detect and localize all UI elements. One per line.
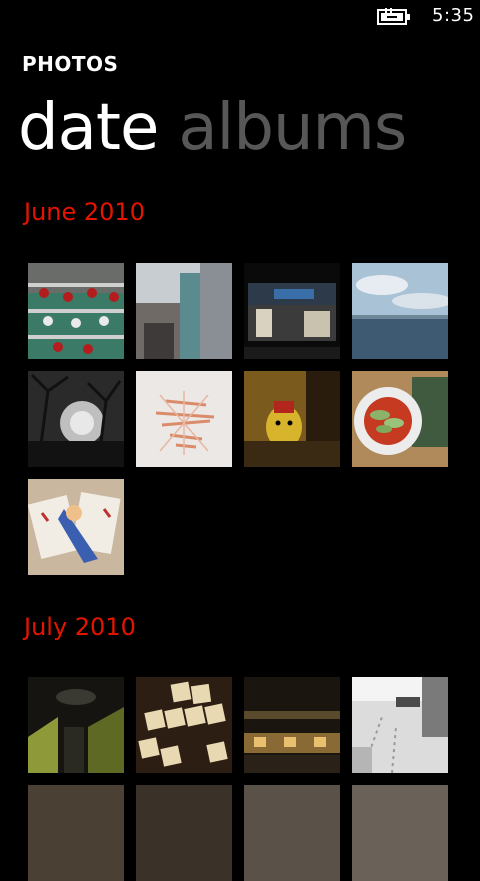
section-header-july-2010[interactable]: July 2010 [24, 613, 136, 641]
pivot-item-date[interactable]: date [18, 91, 159, 165]
pivot-item-albums[interactable]: albums [178, 91, 407, 165]
photo-thumbnail[interactable] [352, 371, 448, 467]
photo-thumbnail[interactable] [136, 263, 232, 359]
section-header-june-2010[interactable]: June 2010 [24, 198, 145, 226]
photo-thumbnail[interactable] [28, 371, 124, 467]
pivot-header: date albums [18, 88, 426, 168]
photo-thumbnail[interactable] [244, 371, 340, 467]
photo-thumbnail[interactable] [28, 479, 124, 575]
photo-thumbnail[interactable] [352, 677, 448, 773]
photo-thumbnail[interactable] [136, 371, 232, 467]
status-bar: 5:35 [0, 0, 480, 32]
app-title: PHOTOS [22, 52, 119, 76]
photo-thumbnail[interactable] [244, 263, 340, 359]
photo-thumbnail[interactable] [244, 677, 340, 773]
photo-thumbnail[interactable] [244, 785, 340, 881]
battery-charging-icon [377, 8, 410, 25]
photo-thumbnail[interactable] [28, 677, 124, 773]
photo-thumbnail[interactable] [28, 785, 124, 881]
photo-thumbnail[interactable] [136, 785, 232, 881]
photo-thumbnail[interactable] [352, 785, 448, 881]
clock: 5:35 [432, 5, 475, 26]
photo-thumbnail[interactable] [352, 263, 448, 359]
photo-thumbnail[interactable] [136, 677, 232, 773]
photo-thumbnail[interactable] [28, 263, 124, 359]
